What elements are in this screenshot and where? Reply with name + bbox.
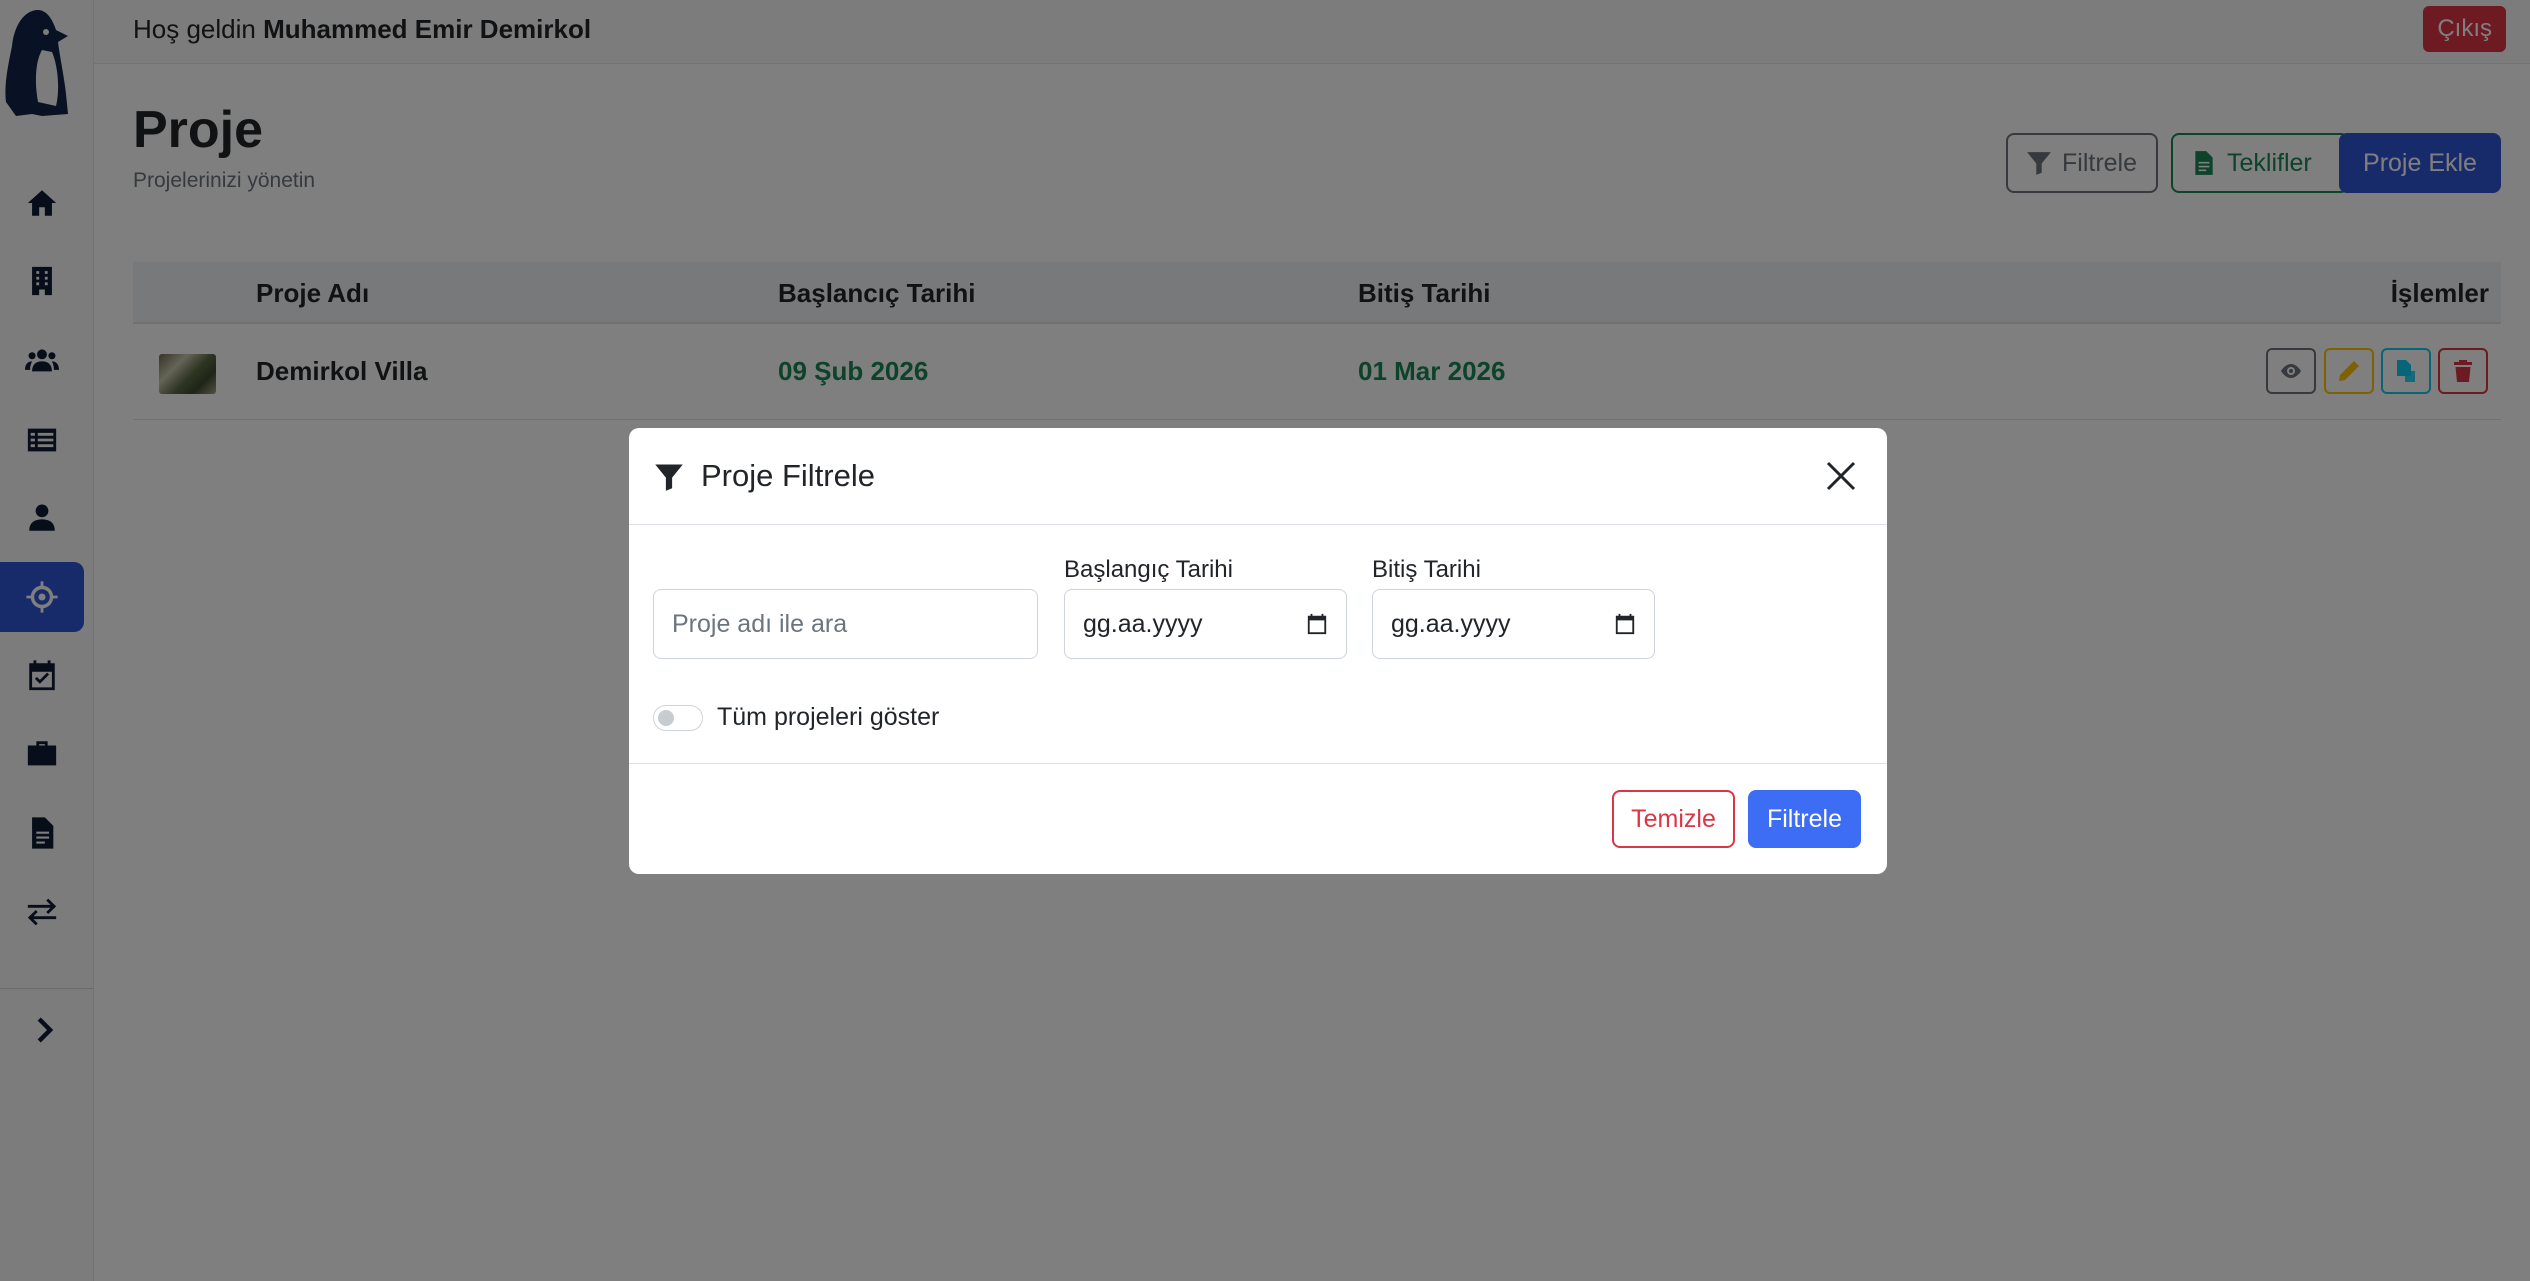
clear-button[interactable]: Temizle	[1612, 790, 1735, 848]
calendar-icon[interactable]	[1306, 613, 1328, 635]
start-date-label: Başlangıç Tarihi	[1064, 556, 1233, 583]
start-date-placeholder: gg.aa.yyyy	[1083, 609, 1203, 638]
toggle-knob	[658, 710, 674, 726]
filter-modal: Proje Filtrele Başlangıç Tarihi Bitiş Ta…	[629, 428, 1887, 874]
calendar-icon[interactable]	[1614, 613, 1636, 635]
project-search-input[interactable]: Proje adı ile ara	[653, 589, 1038, 659]
modal-title: Proje Filtrele	[701, 458, 875, 493]
show-all-projects-label: Tüm projeleri göster	[717, 703, 940, 731]
search-placeholder: Proje adı ile ara	[672, 609, 848, 638]
modal-header: Proje Filtrele	[629, 428, 1887, 525]
filter-icon	[655, 464, 683, 491]
end-date-label: Bitiş Tarihi	[1372, 556, 1481, 583]
show-all-projects-toggle[interactable]	[653, 705, 703, 731]
end-date-placeholder: gg.aa.yyyy	[1391, 609, 1511, 638]
apply-filter-button[interactable]: Filtrele	[1748, 790, 1861, 848]
modal-footer: Temizle Filtrele	[629, 763, 1887, 874]
end-date-input[interactable]: gg.aa.yyyy	[1372, 589, 1655, 659]
close-icon	[1826, 461, 1856, 491]
close-button[interactable]	[1823, 458, 1859, 494]
start-date-input[interactable]: gg.aa.yyyy	[1064, 589, 1347, 659]
